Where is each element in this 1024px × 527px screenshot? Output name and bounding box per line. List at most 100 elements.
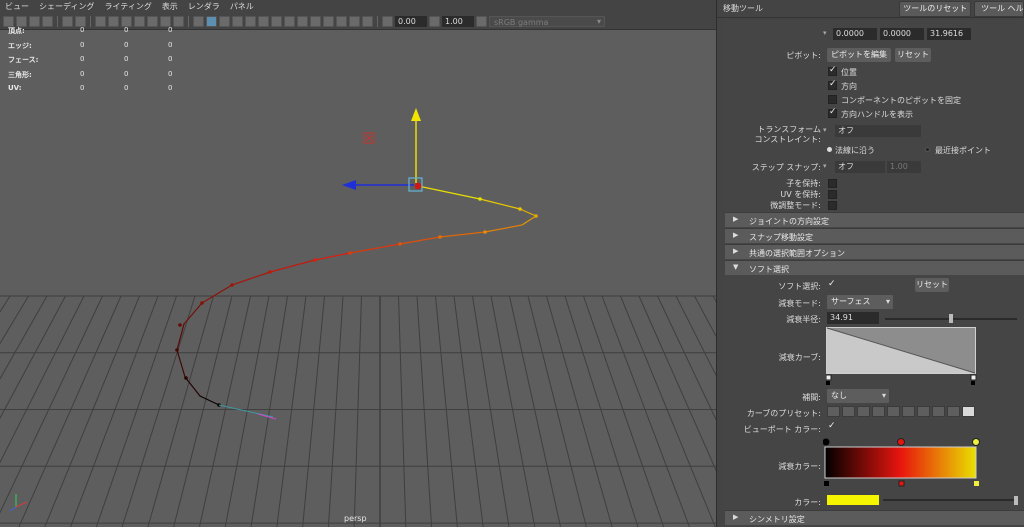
curve-preset-steps-icon[interactable] xyxy=(947,406,960,417)
orientation-checkbox[interactable] xyxy=(828,79,837,90)
panel-body: ▾ 0.0000 0.0000 31.9616 ピボット: ピボットを編集 リセ… xyxy=(725,20,1024,527)
falloff-mode-dropdown[interactable]: サーフェス xyxy=(827,295,893,309)
curve-preset-ease-icon[interactable] xyxy=(842,406,855,417)
viewport-panel[interactable]: ビュー シェーディング ライティング 表示 レンダラ パネル 0.00 1.00… xyxy=(0,0,716,527)
falloff-color-label: 減衰カラー: xyxy=(778,462,821,471)
falloff-curve-editor[interactable] xyxy=(826,327,980,387)
shadows-icon[interactable] xyxy=(258,16,269,27)
menu-panels[interactable]: パネル xyxy=(225,0,259,14)
curve-cv-point xyxy=(313,258,317,262)
along-normal-radio[interactable] xyxy=(827,147,832,152)
curve-preset-bell-icon[interactable] xyxy=(887,406,900,417)
gamma-icon[interactable] xyxy=(429,16,440,27)
xray-components-icon[interactable] xyxy=(362,16,373,27)
falloff-radius-field[interactable]: 34.91 xyxy=(827,312,879,324)
curve-preset-smooth-icon[interactable] xyxy=(857,406,870,417)
viewport-color-label: ビューポート カラー: xyxy=(743,425,821,434)
soft-select-reset-button[interactable]: リセット xyxy=(915,278,949,292)
falloff-radius-label: 減衰半径: xyxy=(786,315,821,324)
section-soft-select[interactable]: ▼ ソフト選択 xyxy=(725,260,1024,275)
anti-aliasing-icon[interactable] xyxy=(297,16,308,27)
exposure-field[interactable]: 0.00 xyxy=(395,16,427,27)
depth-of-field-icon[interactable] xyxy=(310,16,321,27)
view-transform-dropdown[interactable]: sRGB gamma xyxy=(489,16,605,27)
color-management-icon[interactable] xyxy=(476,16,487,27)
menu-view[interactable]: ビュー xyxy=(0,0,34,14)
curve-preset-ring-icon[interactable] xyxy=(917,406,930,417)
lights-icon[interactable] xyxy=(245,16,256,27)
move-y-arrow xyxy=(411,108,421,121)
falloff-color-ramp[interactable] xyxy=(823,436,985,494)
menu-lighting[interactable]: ライティング xyxy=(99,0,156,14)
position-y-field[interactable]: 0.0000 xyxy=(880,28,924,40)
section-snap-move[interactable]: ▶ スナップ移動設定 xyxy=(725,228,1024,243)
curve-preset-spike-icon[interactable] xyxy=(932,406,945,417)
position-x-field[interactable]: 0.0000 xyxy=(833,28,877,40)
curve-preset-linear-icon[interactable] xyxy=(827,406,840,417)
pivot-row: ピボット: ピボットを編集 リセット xyxy=(725,48,1024,62)
menu-shading[interactable]: シェーディング xyxy=(34,0,99,14)
nearest-point-radio[interactable] xyxy=(925,147,930,152)
keep-uv-checkbox[interactable] xyxy=(828,190,837,199)
menu-renderer[interactable]: レンダラ xyxy=(183,0,225,14)
curve-preset-flat-icon[interactable] xyxy=(872,406,885,417)
color-swatch[interactable] xyxy=(827,495,879,505)
pivot-reset-button[interactable]: リセット xyxy=(895,48,931,62)
menu-show[interactable]: 表示 xyxy=(157,0,183,14)
chevron-right-icon: ▶ xyxy=(733,247,739,255)
chevron-down-icon[interactable]: ▾ xyxy=(823,126,827,134)
section-common-selection[interactable]: ▶ 共通の選択範囲オプション xyxy=(725,244,1024,259)
panel-title: 移動ツール xyxy=(723,4,763,13)
reset-tool-button[interactable]: ツールのリセット xyxy=(899,0,972,17)
textured-icon[interactable] xyxy=(232,16,243,27)
curve-cv-point xyxy=(184,376,188,380)
keep-children-label: 子を保持: xyxy=(786,179,821,188)
position-row: ▾ 0.0000 0.0000 31.9616 xyxy=(725,28,1024,42)
step-snap-value-field[interactable]: 1.00 xyxy=(887,161,921,173)
pin-component-pivot-checkbox[interactable] xyxy=(828,95,837,104)
soft-select-checkbox[interactable] xyxy=(828,279,837,291)
position-checkbox-label: 位置 xyxy=(841,68,857,77)
ambient-occlusion-icon[interactable] xyxy=(271,16,282,27)
step-snap-dropdown[interactable]: オフ xyxy=(835,161,885,173)
xray-joints-icon[interactable] xyxy=(349,16,360,27)
along-normal-label: 法線に沿う xyxy=(835,146,875,155)
hud-row-vertex: 頂点: 0 0 0 xyxy=(8,26,173,35)
motion-blur-icon[interactable] xyxy=(284,16,295,27)
color-slider-track[interactable] xyxy=(883,499,1017,501)
gamma-field[interactable]: 1.00 xyxy=(442,16,474,27)
section-symmetry[interactable]: ▶ シンメトリ設定 xyxy=(725,510,1024,525)
curve-preset-random-icon[interactable] xyxy=(962,406,975,417)
xray-icon[interactable] xyxy=(336,16,347,27)
curve-points xyxy=(175,197,538,407)
move-x-arrow xyxy=(342,180,356,190)
viewport-color-checkbox[interactable] xyxy=(828,421,837,433)
interpolation-dropdown[interactable]: なし xyxy=(827,389,889,403)
keep-children-checkbox[interactable] xyxy=(828,179,837,188)
default-material-icon[interactable] xyxy=(219,16,230,27)
color-slider-thumb[interactable] xyxy=(1014,496,1018,505)
edit-pivot-button[interactable]: ピボットを編集 xyxy=(827,48,891,62)
falloff-radius-slider-thumb[interactable] xyxy=(949,314,953,323)
isolate-select-icon[interactable] xyxy=(323,16,334,27)
section-joint-orient[interactable]: ▶ ジョイントの方向設定 xyxy=(725,212,1024,227)
position-z-field[interactable]: 31.9616 xyxy=(927,28,971,40)
soft-select-label: ソフト選択: xyxy=(778,282,821,291)
pin-component-pivot-label: コンポーネントのピボットを固定 xyxy=(841,96,961,105)
curve-preset-wave-icon[interactable] xyxy=(902,406,915,417)
step-snap-label: ステップ スナップ: xyxy=(751,163,821,172)
tweak-mode-checkbox[interactable] xyxy=(828,201,837,210)
curve-cv-point xyxy=(438,235,442,239)
chevron-down-icon[interactable]: ▾ xyxy=(823,162,827,170)
show-orientation-handle-checkbox[interactable] xyxy=(828,107,837,118)
tool-settings-panel: 移動ツール ツールのリセット ツール ヘルプ ▾ 0.0000 0.0000 3… xyxy=(716,0,1024,527)
curve-cv-point xyxy=(534,214,538,218)
chevron-down-icon[interactable]: ▾ xyxy=(823,29,827,37)
curve-cv-point xyxy=(178,323,182,327)
exposure-icon[interactable] xyxy=(382,16,393,27)
curve-cv-point xyxy=(268,270,272,274)
hud-row-triangle: 三角形: 0 0 0 xyxy=(8,69,173,79)
position-checkbox[interactable] xyxy=(828,65,837,76)
constraint-dropdown[interactable]: オフ xyxy=(835,125,921,137)
tool-help-button[interactable]: ツール ヘルプ xyxy=(974,0,1024,17)
